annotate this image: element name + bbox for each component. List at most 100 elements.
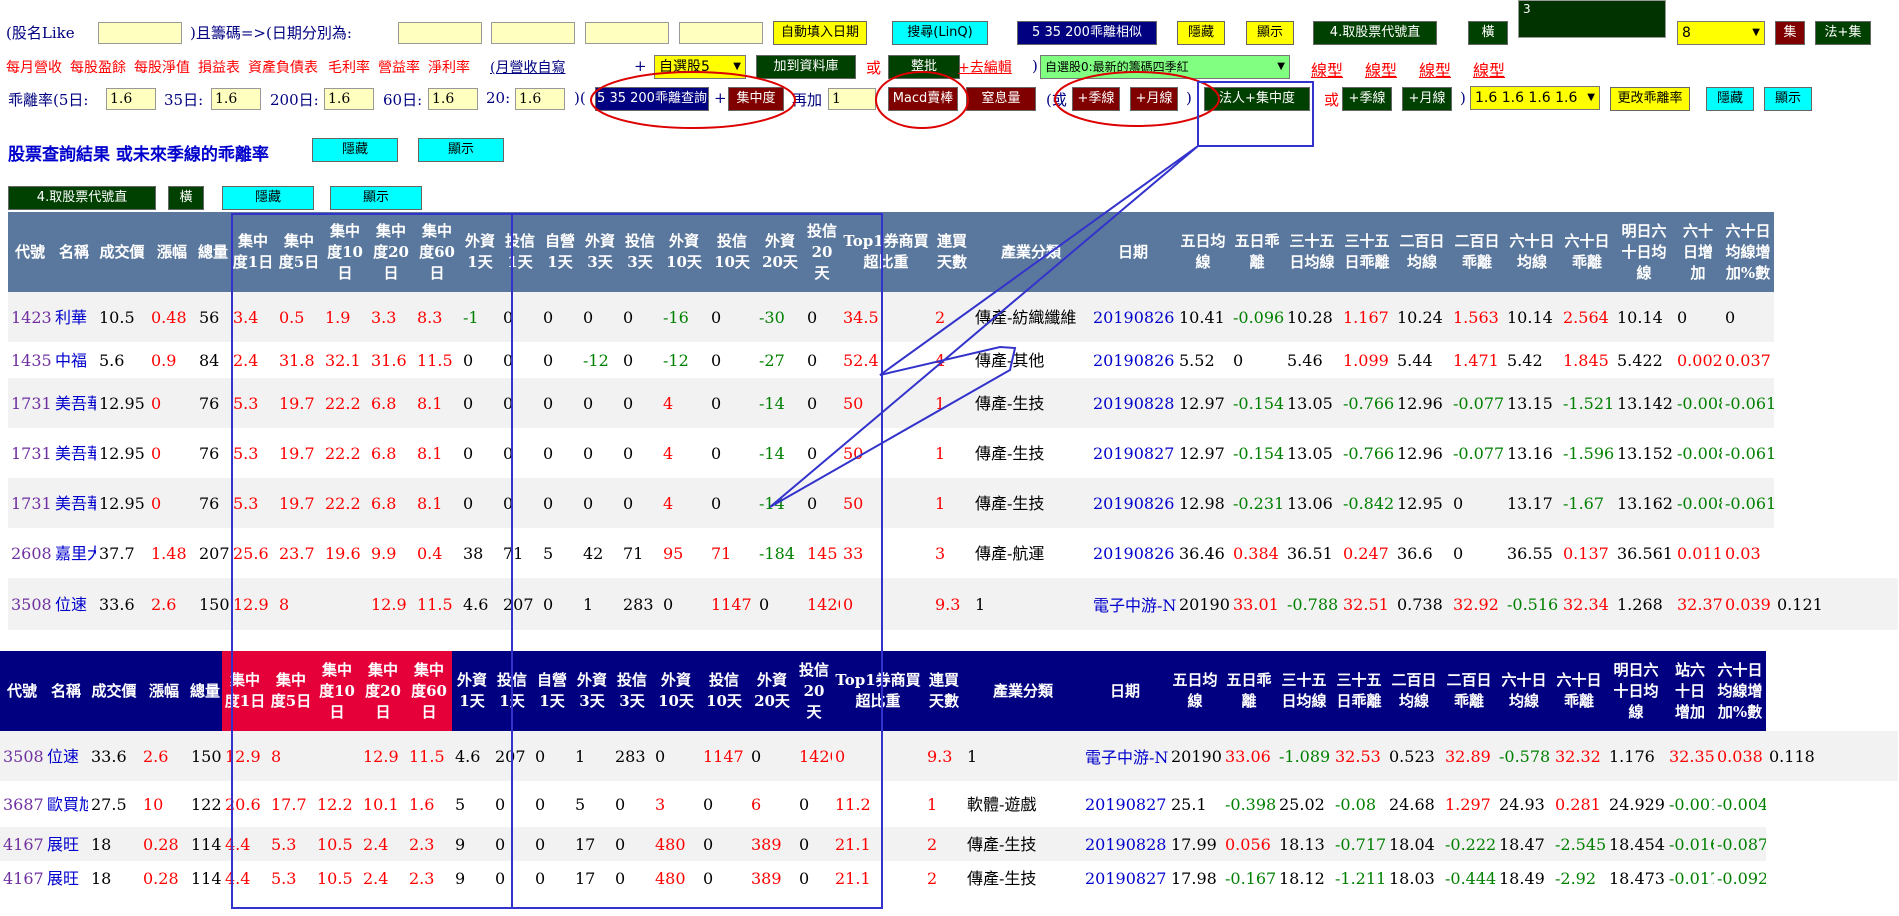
column-header[interactable]: 日期	[1082, 651, 1168, 731]
column-header[interactable]: 集中度10日	[314, 651, 360, 731]
column-header[interactable]: 成交價	[96, 212, 148, 292]
season-line-button[interactable]: +季線	[1072, 87, 1120, 111]
collect-button[interactable]: 集	[1775, 21, 1805, 45]
column-header[interactable]: 自營1天	[532, 651, 572, 731]
column-header[interactable]: 五日乖離	[1230, 212, 1284, 292]
column-header[interactable]: 外資1天	[452, 651, 492, 731]
link-net-margin[interactable]: 淨利率	[428, 57, 470, 77]
deviation-200-input[interactable]: 1.6	[324, 88, 374, 110]
link-balance-sheet[interactable]: 資產負債表	[248, 57, 318, 77]
concentration-button[interactable]: 集中度	[728, 87, 784, 111]
table-row[interactable]: 1731 美吾華 12.95 0 76 5.3 19.7 22.2 6.8 8.1 0 0 0 0 0 4 0-…	[8, 428, 1898, 478]
column-header[interactable]: 六十日均線增加%數	[1722, 212, 1774, 292]
column-header[interactable]: 名稱	[52, 212, 96, 292]
column-header[interactable]: 外資20天	[756, 212, 804, 292]
macd-sell-bar-button[interactable]: Macd賣棒	[888, 87, 958, 111]
column-header[interactable]: 連買天數	[932, 212, 972, 292]
hide-button-top[interactable]: 隱藏	[1177, 21, 1225, 45]
self-select-dropdown[interactable]: 自選股5 ▼	[654, 55, 746, 79]
column-header[interactable]: 名稱	[44, 651, 88, 731]
column-header[interactable]: 六十日均線	[1504, 212, 1560, 292]
link-income-statement[interactable]: 損益表	[198, 57, 240, 77]
count-select[interactable]: 8 ▼	[1677, 21, 1765, 45]
column-header[interactable]: 投信3天	[612, 651, 652, 731]
monthly-self-link[interactable]: (月營收自寫	[490, 57, 565, 77]
link-nav[interactable]: 每股淨值	[134, 57, 190, 77]
table-row[interactable]: 3508位速33.62.6150012.9812.911.54.62070128…	[0, 731, 1898, 781]
column-header[interactable]: 集中度60日	[414, 212, 460, 292]
column-header[interactable]: 三十五日乖離	[1340, 212, 1394, 292]
line-type-link-3[interactable]: 線型	[1419, 57, 1451, 81]
column-header[interactable]: 總量	[196, 212, 230, 292]
column-header[interactable]: 六十日乖離	[1552, 651, 1606, 731]
column-header[interactable]: Top1券商買超比重	[840, 212, 932, 292]
column-header[interactable]: Top1券商買超比重	[832, 651, 924, 731]
line-type-link-1[interactable]: 線型	[1311, 57, 1343, 81]
table-row[interactable]: 4167 展旺 18 0.28 114 4.4 5.3 10.5 2.4 2.3 9 0 0 17 0 480…	[0, 861, 1898, 895]
column-header[interactable]: 五日乖離	[1222, 651, 1276, 731]
institution-collect-button[interactable]: 法+集	[1815, 21, 1871, 45]
table-row[interactable]: 1423 利華 10.5 0.48 56 3.4 0.5 1.9 3.3 8.3 -1 0 0 0 0 -16…	[8, 292, 1898, 342]
column-header[interactable]: 集中度1日	[230, 212, 276, 292]
get-stock-code-vertical-button[interactable]: 4.取股票代號直	[1313, 21, 1437, 45]
month-line-button[interactable]: +月線	[1130, 87, 1178, 111]
column-header[interactable]: 總量	[188, 651, 222, 731]
date-input-2[interactable]	[491, 22, 575, 44]
horizontal-button[interactable]: 橫	[1468, 21, 1508, 45]
column-header[interactable]: 二百日乖離	[1442, 651, 1496, 731]
column-header[interactable]: 二百日均線	[1386, 651, 1442, 731]
link-eps[interactable]: 每股盈餘	[70, 57, 126, 77]
name-like-input[interactable]	[98, 22, 182, 44]
hide-button-row3[interactable]: 隱藏	[1706, 87, 1754, 111]
column-header[interactable]: 三十五日均線	[1284, 212, 1340, 292]
column-header[interactable]: 連買天數	[924, 651, 964, 731]
table-row[interactable]: 1435 中福 5.6 0.9 84 2.4 31.8 32.1 31.6 11.5 0 0 0 -12 0…	[8, 342, 1898, 378]
column-header[interactable]: 集中度10日	[322, 212, 368, 292]
column-header[interactable]: 投信10天	[700, 651, 748, 731]
notes-textarea[interactable]: 3	[1518, 0, 1666, 38]
results-show-button[interactable]: 顯示	[418, 138, 504, 162]
show-button-row3[interactable]: 顯示	[1764, 87, 1812, 111]
column-header[interactable]: 二百日均線	[1394, 212, 1450, 292]
column-header[interactable]: 五日均線	[1176, 212, 1230, 292]
column-header[interactable]: 漲幅	[140, 651, 188, 731]
column-header[interactable]: 三十五日均線	[1276, 651, 1332, 731]
column-header[interactable]: 二百日乖離	[1450, 212, 1504, 292]
search-linq-button[interactable]: 搜尋(LinQ)	[892, 21, 988, 45]
link-monthly-revenue[interactable]: 每月營收	[6, 57, 62, 77]
column-header[interactable]: 漲幅	[148, 212, 196, 292]
column-header[interactable]: 投信3天	[620, 212, 660, 292]
column-header[interactable]: 六十日均線增加%數	[1714, 651, 1766, 731]
column-header[interactable]: 代號	[0, 651, 44, 731]
deviation-5-input[interactable]: 1.6	[106, 88, 156, 110]
date-input-1[interactable]	[398, 22, 482, 44]
column-header[interactable]: 投信1天	[492, 651, 532, 731]
auto-fill-date-button[interactable]: 自動填入日期	[773, 21, 867, 45]
column-header[interactable]: 投信10天	[708, 212, 756, 292]
column-header[interactable]: 產業分類	[972, 212, 1090, 292]
table-row[interactable]: 4167 展旺 18 0.28 114 4.4 5.3 10.5 2.4 2.3 9 0 0 17 0 480…	[0, 827, 1898, 861]
strategy-select[interactable]: 自選股0:最新的籌碼四季紅 ▼	[1040, 55, 1290, 79]
column-header[interactable]: 站六十日增加	[1666, 651, 1714, 731]
table-row[interactable]: 1731 美吾華 12.95 0 76 5.3 19.7 22.2 6.8 8.1 0 0 0 0 0 4 0-…	[8, 378, 1898, 428]
column-header[interactable]: 集中度20日	[360, 651, 406, 731]
table-horizontal-button[interactable]: 橫	[168, 186, 204, 210]
line-type-link-2[interactable]: 線型	[1365, 57, 1397, 81]
column-header[interactable]: 外資3天	[580, 212, 620, 292]
table-hide-button[interactable]: 隱藏	[222, 186, 314, 210]
column-header[interactable]: 集中度5日	[276, 212, 322, 292]
column-header[interactable]: 外資3天	[572, 651, 612, 731]
column-header[interactable]: 集中度5日	[268, 651, 314, 731]
column-header[interactable]: 代號	[8, 212, 52, 292]
ratio-select[interactable]: 1.6 1.6 1.6 1.6 ▼	[1470, 86, 1600, 110]
link-operating-margin[interactable]: 營益率	[378, 57, 420, 77]
change-deviation-button[interactable]: 更改乖離率	[1610, 87, 1690, 111]
column-header[interactable]: 六十日乖離	[1560, 212, 1614, 292]
deviation-20-input[interactable]: 1.6	[515, 88, 565, 110]
season-line-button-2[interactable]: +季線	[1342, 87, 1392, 111]
deviation-similar-button[interactable]: 5 35 200乖離相似	[1017, 21, 1157, 45]
institution-concentration-button[interactable]: 法人+集中度	[1204, 87, 1310, 111]
table-get-code-button[interactable]: 4.取股票代號直	[8, 186, 156, 210]
column-header[interactable]: 集中度20日	[368, 212, 414, 292]
column-header[interactable]: 五日均線	[1168, 651, 1222, 731]
